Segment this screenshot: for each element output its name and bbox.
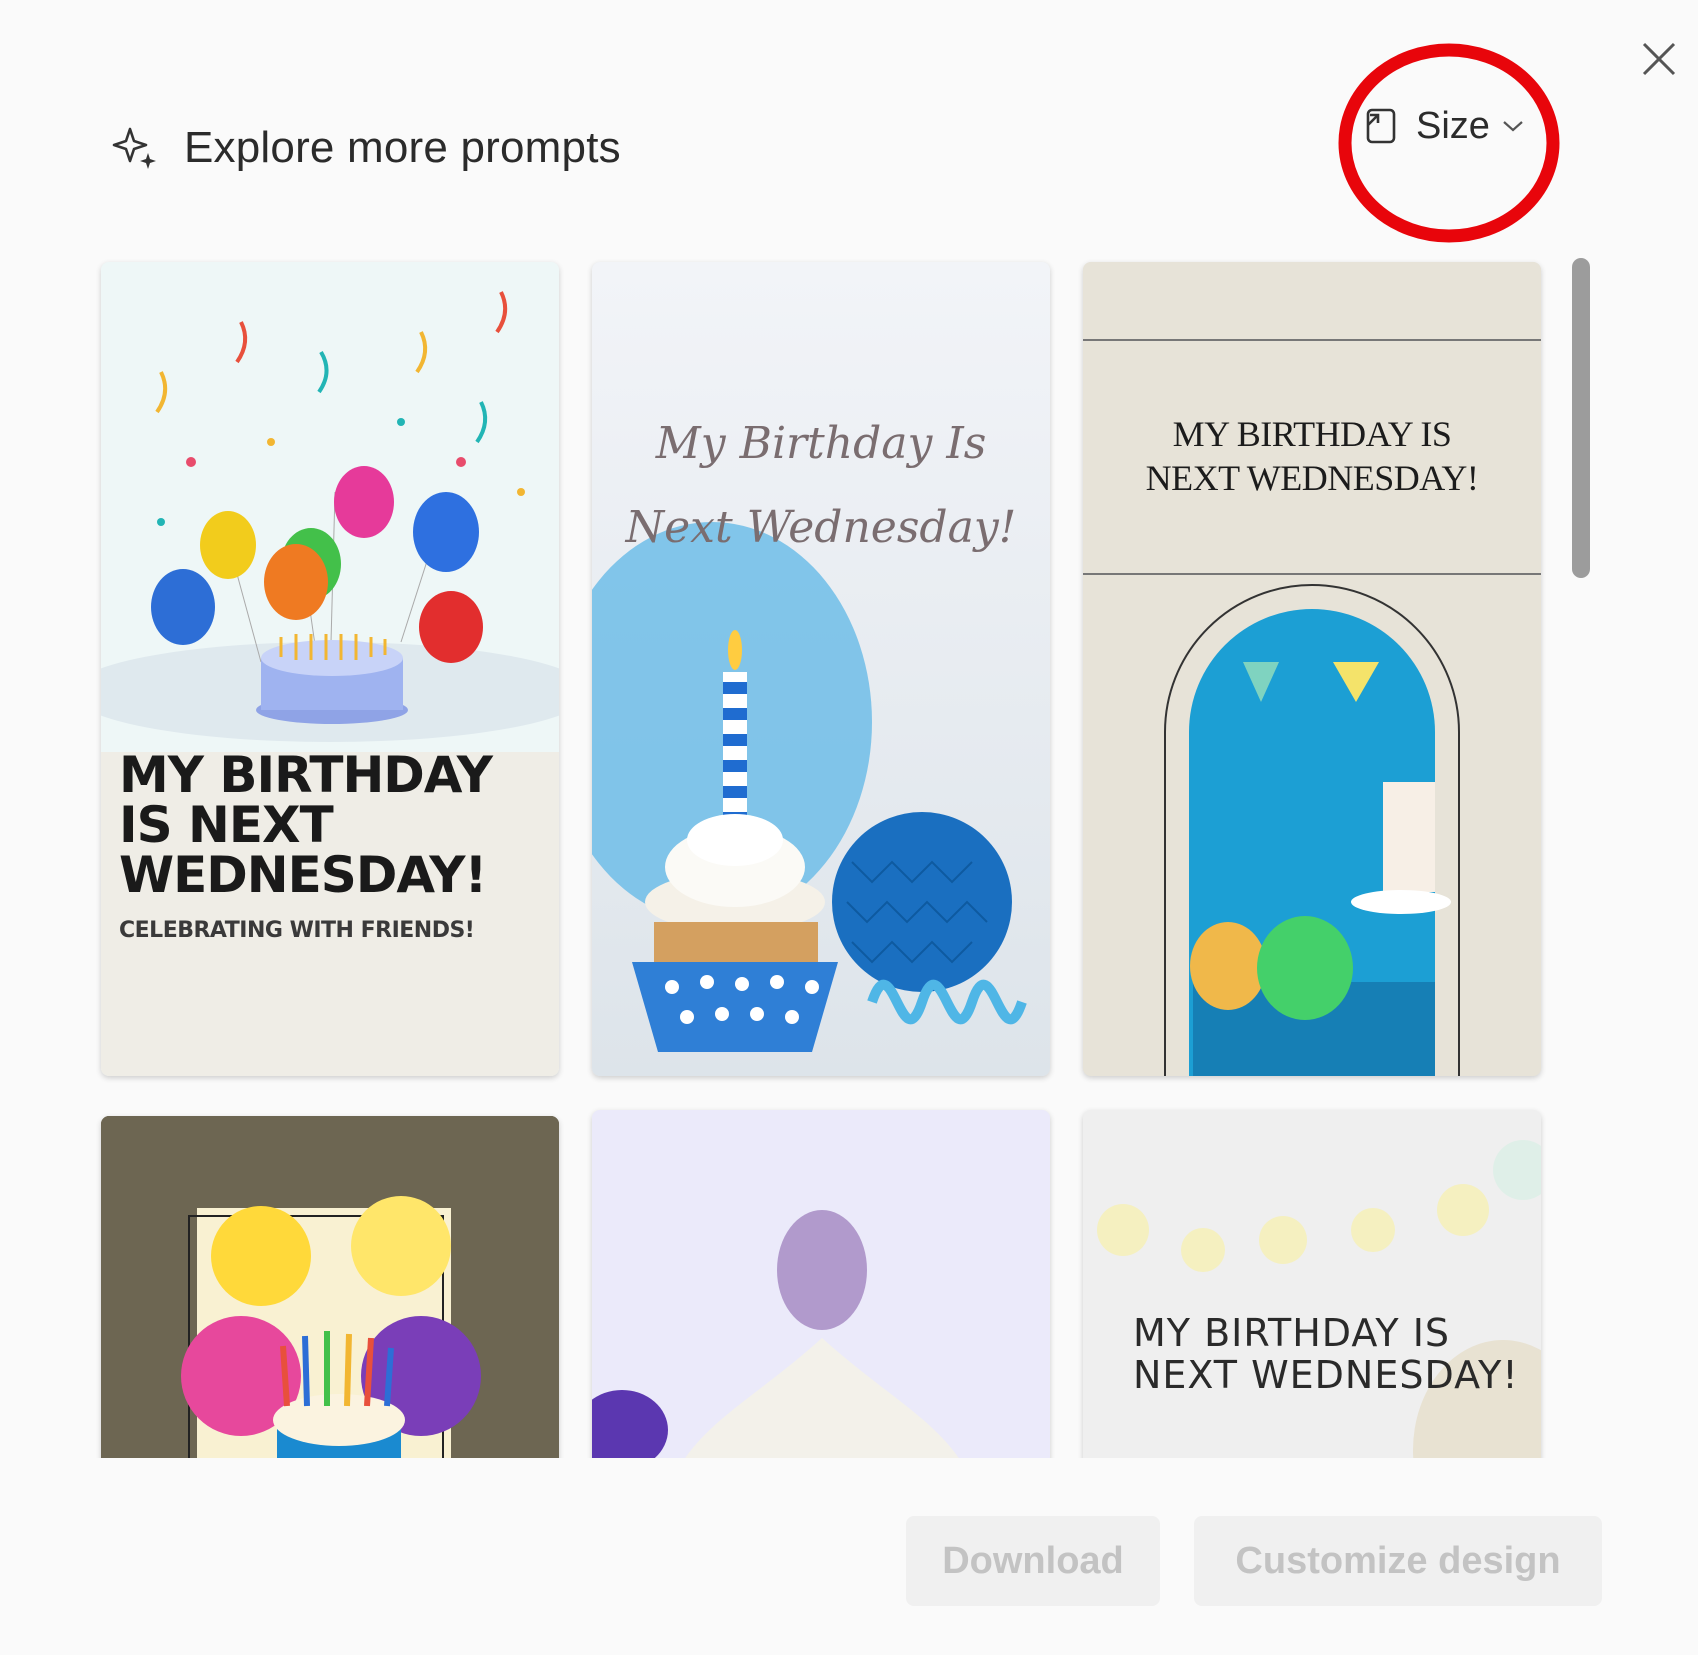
card-6-heading: MY BIRTHDAY IS NEXT WEDNESDAY! xyxy=(1133,1311,1519,1397)
template-card-3[interactable]: MY BIRTHDAY IS NEXT WEDNESDAY! xyxy=(1083,262,1541,1076)
card-1-subheading: CELEBRATING WITH FRIENDS! xyxy=(119,918,475,943)
purple-balloon-image xyxy=(592,1110,1050,1458)
template-card-4[interactable] xyxy=(101,1116,559,1458)
dialog-header: Explore more prompts xyxy=(112,116,621,180)
template-card-5[interactable] xyxy=(592,1110,1050,1458)
bokeh-bunting-image xyxy=(1083,1110,1541,1458)
candles-cupcake-image xyxy=(101,1116,559,1458)
sparkle-icon xyxy=(112,127,156,169)
dialog-title: Explore more prompts xyxy=(184,123,621,172)
cupcake-image xyxy=(592,262,1050,1076)
arch-cake-image xyxy=(1083,262,1541,1076)
card-2-heading: My Birthday Is Next Wednesday! xyxy=(625,418,1017,553)
balloons-cake-image xyxy=(101,262,559,1076)
template-grid[interactable]: MY BIRTHDAY IS NEXT WEDNESDAY! CELEBRATI… xyxy=(0,258,1560,1458)
close-button[interactable] xyxy=(1636,36,1682,82)
card-1-heading: MY BIRTHDAY IS NEXT WEDNESDAY! xyxy=(119,746,493,904)
customize-design-button[interactable]: Customize design xyxy=(1194,1516,1602,1606)
template-card-6[interactable]: MY BIRTHDAY IS NEXT WEDNESDAY! xyxy=(1083,1110,1541,1458)
card-3-heading: MY BIRTHDAY IS NEXT WEDNESDAY! xyxy=(1083,412,1541,500)
size-button[interactable]: Size xyxy=(1364,98,1524,154)
template-card-2[interactable]: My Birthday Is Next Wednesday! xyxy=(592,262,1050,1076)
resize-icon xyxy=(1366,108,1396,144)
chevron-down-icon xyxy=(1503,121,1523,132)
card-3-heading-line-2: NEXT WEDNESDAY! xyxy=(1145,458,1479,498)
card-1-text: MY BIRTHDAY IS NEXT WEDNESDAY! CELEBRATI… xyxy=(119,750,549,943)
scrollbar-thumb[interactable] xyxy=(1572,258,1590,578)
download-button[interactable]: Download xyxy=(906,1516,1160,1606)
size-label: Size xyxy=(1416,104,1490,147)
template-card-1[interactable]: MY BIRTHDAY IS NEXT WEDNESDAY! CELEBRATI… xyxy=(101,262,559,1076)
close-icon xyxy=(1642,42,1676,76)
card-3-heading-line-1: MY BIRTHDAY IS xyxy=(1172,414,1452,454)
